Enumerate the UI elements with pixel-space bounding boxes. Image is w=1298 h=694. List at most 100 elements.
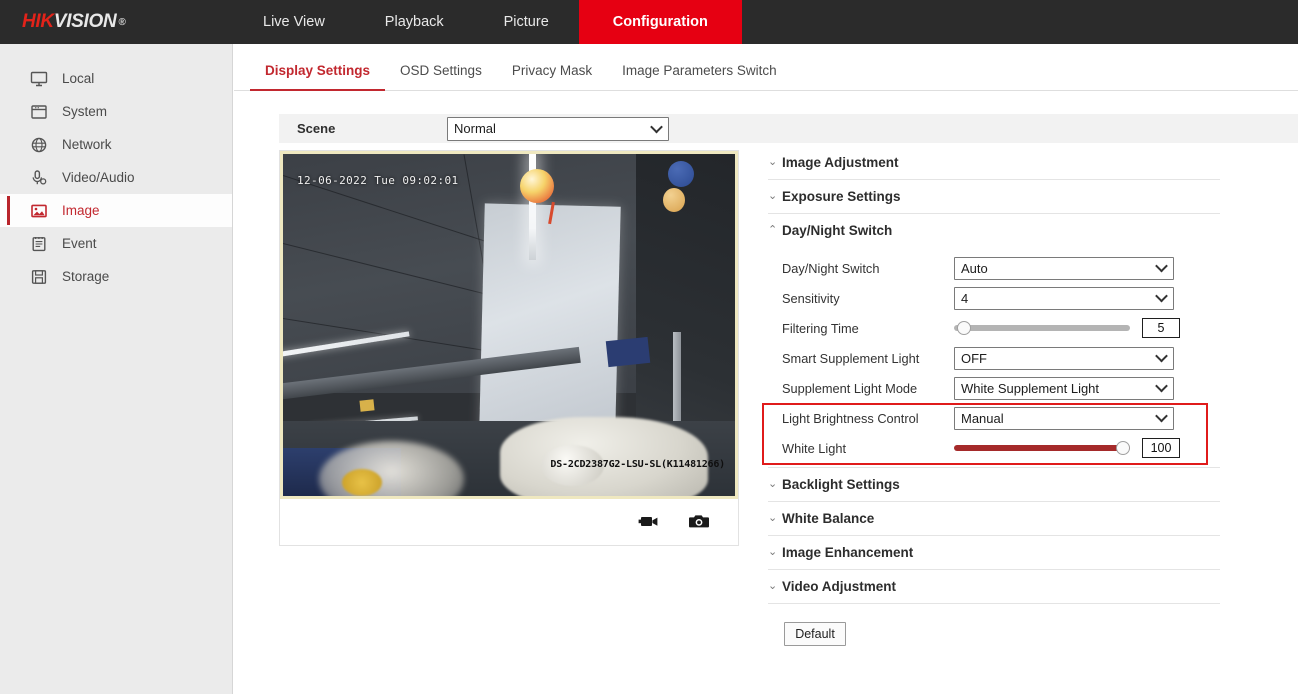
- section-exposure-settings[interactable]: ⌄ Exposure Settings: [768, 180, 1220, 214]
- sidebar-item-event[interactable]: Event: [0, 227, 232, 260]
- scene-select-wrap: NormalIndoorOutdoorDim LightCustom 1: [447, 116, 669, 141]
- day-night-switch-rows: Day/Night Switch DayNightAutoScheduled-S…: [768, 247, 1220, 468]
- control-smart-supplement-light: OFFON: [954, 346, 1220, 370]
- select-smart-supplement-light[interactable]: OFFON: [954, 346, 1174, 370]
- label-smart-supplement-light: Smart Supplement Light: [782, 350, 920, 366]
- sidebar-label-local: Local: [62, 71, 95, 86]
- row-smart-supplement-light: Smart Supplement Light OFFON: [768, 343, 1220, 373]
- scene-label: Scene: [297, 121, 336, 136]
- section-image-enhancement[interactable]: ⌄ Image Enhancement: [768, 536, 1220, 570]
- nav-live-view[interactable]: Live View: [233, 0, 355, 44]
- section-backlight-settings[interactable]: ⌄ Backlight Settings: [768, 468, 1220, 502]
- sub-tab-bar: Display Settings OSD Settings Privacy Ma…: [234, 44, 1298, 91]
- chevron-down-icon: ⌄: [768, 190, 778, 202]
- chevron-down-icon: ⌄: [768, 580, 778, 592]
- sidebar-label-system: System: [62, 104, 108, 119]
- row-supplement-light-mode: Supplement Light Mode IR LightWhite Supp…: [768, 373, 1220, 403]
- select-sensitivity[interactable]: 01234567: [954, 286, 1174, 310]
- scene-white-panel: [479, 203, 621, 433]
- label-white-light: White Light: [782, 440, 847, 456]
- globe-icon: [28, 134, 50, 156]
- sidebar-item-image[interactable]: Image: [0, 194, 232, 227]
- clipboard-icon: [28, 233, 50, 255]
- picture-icon: [28, 200, 50, 222]
- section-title-white-balance: White Balance: [782, 511, 875, 526]
- select-wrap-day-night-switch: DayNightAutoScheduled-SwitchTriggered by…: [954, 256, 1174, 280]
- footer-actions: Default: [768, 604, 1220, 646]
- image-settings-panel: ⌄ Image Adjustment ⌄ Exposure Settings ⌃…: [768, 146, 1220, 646]
- video-frame[interactable]: 12-06-2022 Tue 09:02:01 DS-2CD2387G2-LSU…: [280, 151, 738, 499]
- sidebar: Local System Network Video/Audio Image E…: [0, 44, 233, 694]
- section-title-backlight-settings: Backlight Settings: [782, 477, 900, 492]
- video-preview-panel: 12-06-2022 Tue 09:02:01 DS-2CD2387G2-LSU…: [279, 150, 739, 546]
- sidebar-label-event: Event: [62, 236, 97, 251]
- slider-track-white-light: [954, 445, 1130, 451]
- sidebar-item-storage[interactable]: Storage: [0, 260, 232, 293]
- control-supplement-light-mode: IR LightWhite Supplement LightMixed Ligh…: [954, 376, 1220, 400]
- select-wrap-smart-supplement-light: OFFON: [954, 346, 1174, 370]
- section-white-balance[interactable]: ⌄ White Balance: [768, 502, 1220, 536]
- sidebar-item-network[interactable]: Network: [0, 128, 232, 161]
- label-day-night-switch: Day/Night Switch: [782, 260, 880, 276]
- video-image: [283, 154, 735, 496]
- row-day-night-switch: Day/Night Switch DayNightAutoScheduled-S…: [768, 253, 1220, 283]
- chevron-down-icon: ⌄: [768, 156, 778, 168]
- slider-white-light[interactable]: [954, 440, 1130, 456]
- row-sensitivity: Sensitivity 01234567: [768, 283, 1220, 313]
- slider-handle-white-light[interactable]: [1116, 441, 1130, 455]
- microphone-icon: [28, 167, 50, 189]
- nav-picture[interactable]: Picture: [474, 0, 579, 44]
- tab-image-parameters-switch[interactable]: Image Parameters Switch: [607, 63, 792, 90]
- value-white-light[interactable]: 100: [1142, 438, 1180, 458]
- hikvision-logo: HIK VISION ®: [0, 0, 233, 44]
- scene-blue-box: [605, 336, 651, 367]
- section-day-night-switch[interactable]: ⌃ Day/Night Switch: [768, 214, 1220, 247]
- sidebar-label-image: Image: [62, 203, 100, 218]
- osd-timestamp: 12-06-2022 Tue 09:02:01: [297, 174, 459, 187]
- nav-configuration[interactable]: Configuration: [578, 0, 742, 44]
- default-button[interactable]: Default: [784, 622, 846, 646]
- logo-vision-text: VISION: [53, 11, 117, 32]
- monitor-icon: [28, 68, 50, 90]
- logo-registered-mark: ®: [118, 16, 126, 28]
- scene-bar: Scene NormalIndoorOutdoorDim LightCustom…: [279, 114, 1298, 143]
- value-filtering-time[interactable]: 5: [1142, 318, 1180, 338]
- chevron-down-icon: ⌄: [768, 546, 778, 558]
- tab-privacy-mask[interactable]: Privacy Mask: [497, 63, 607, 90]
- sidebar-label-video-audio: Network: [62, 137, 112, 152]
- sidebar-item-system[interactable]: System: [0, 95, 232, 128]
- video-camera-icon[interactable]: [638, 513, 660, 530]
- sidebar-label-network: Video/Audio: [62, 170, 135, 185]
- sidebar-item-local[interactable]: Local: [0, 62, 232, 95]
- chevron-up-icon: ⌃: [768, 224, 778, 236]
- label-light-brightness-control: Light Brightness Control: [782, 410, 919, 426]
- floppy-disk-icon: [28, 266, 50, 288]
- section-title-day-night-switch: Day/Night Switch: [782, 223, 893, 238]
- chevron-down-icon: ⌄: [768, 512, 778, 524]
- control-filtering-time: 5: [954, 318, 1220, 338]
- row-light-brightness-control: Light Brightness Control AutoManual: [768, 403, 1220, 433]
- section-image-adjustment[interactable]: ⌄ Image Adjustment: [768, 146, 1220, 180]
- tab-display-settings[interactable]: Display Settings: [250, 63, 386, 91]
- scene-select[interactable]: NormalIndoorOutdoorDim LightCustom 1: [447, 116, 669, 141]
- sidebar-item-video-audio[interactable]: Video/Audio: [0, 161, 232, 194]
- select-wrap-supplement-light-mode: IR LightWhite Supplement LightMixed Ligh…: [954, 376, 1174, 400]
- logo-hik-text: HIK: [22, 11, 54, 32]
- scene-robot-arm: [499, 417, 708, 496]
- section-video-adjustment[interactable]: ⌄ Video Adjustment: [768, 570, 1220, 604]
- tab-osd-settings[interactable]: OSD Settings: [385, 63, 497, 90]
- video-toolbar: [280, 499, 738, 543]
- nav-playback[interactable]: Playback: [355, 0, 474, 44]
- slider-handle-filtering-time[interactable]: [957, 321, 971, 335]
- section-title-image-enhancement: Image Enhancement: [782, 545, 914, 560]
- label-sensitivity: Sensitivity: [782, 290, 840, 306]
- slider-filtering-time[interactable]: [954, 320, 1130, 336]
- select-supplement-light-mode[interactable]: IR LightWhite Supplement LightMixed Ligh…: [954, 376, 1174, 400]
- section-title-video-adjustment: Video Adjustment: [782, 579, 897, 594]
- section-title-image-adjustment: Image Adjustment: [782, 155, 899, 170]
- select-light-brightness-control[interactable]: AutoManual: [954, 406, 1174, 430]
- row-filtering-time: Filtering Time 5: [768, 313, 1220, 343]
- scene-balloon-blue: [668, 160, 695, 187]
- select-day-night-switch[interactable]: DayNightAutoScheduled-SwitchTriggered by…: [954, 256, 1174, 280]
- camera-icon[interactable]: [688, 513, 710, 530]
